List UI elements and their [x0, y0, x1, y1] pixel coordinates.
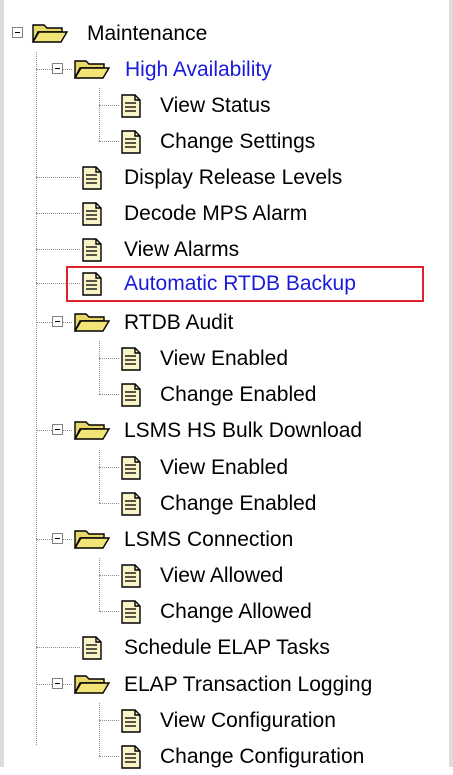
tree-connector [99, 394, 119, 395]
folder-open-icon [72, 527, 112, 558]
document-icon [119, 382, 143, 413]
tree-connector [99, 467, 119, 468]
tree-connector [36, 249, 80, 250]
tree-node-elap-transaction-logging[interactable]: ELAP Transaction Logging [0, 667, 453, 703]
tree-node-label: View Enabled [160, 456, 289, 479]
tree-node-label: Change Enabled [160, 492, 317, 515]
tree-node-rtdb-audit[interactable]: RTDB Audit [0, 305, 453, 341]
collapse-toggle[interactable] [52, 63, 63, 74]
collapse-toggle[interactable] [12, 27, 23, 38]
tree-node-label: View Status [160, 94, 271, 117]
tree-node-label: Change Settings [160, 130, 316, 153]
maintenance-tree-view: Maintenance High Availability View Statu… [0, 0, 453, 769]
document-icon [119, 744, 143, 775]
folder-open-icon [72, 418, 112, 449]
folder-open-icon [72, 310, 112, 341]
tree-node-label: Schedule ELAP Tasks [124, 636, 330, 659]
tree-connector [36, 213, 80, 214]
tree-connector [36, 647, 80, 648]
tree-leaf-view-status[interactable]: View Status [0, 88, 453, 124]
tree-node-label: Change Configuration [160, 745, 365, 768]
tree-connector [99, 611, 119, 612]
collapse-toggle[interactable] [52, 316, 63, 327]
collapse-toggle[interactable] [52, 533, 63, 544]
document-icon [119, 93, 143, 124]
tree-connector [99, 756, 119, 757]
tree-leaf-change-enabled[interactable]: Change Enabled [0, 377, 453, 413]
tree-connector [99, 358, 119, 359]
collapse-toggle[interactable] [52, 424, 63, 435]
tree-leaf-change-configuration[interactable]: Change Configuration [0, 739, 453, 775]
document-icon [119, 599, 143, 630]
document-icon [119, 455, 143, 486]
tree-node-label: Change Enabled [160, 383, 317, 406]
document-icon [119, 708, 143, 739]
tree-leaf-decode-mps-alarm[interactable]: Decode MPS Alarm [0, 196, 453, 232]
tree-connector [99, 105, 119, 106]
tree-leaf-schedule-elap-tasks[interactable]: Schedule ELAP Tasks [0, 630, 453, 666]
tree-leaf-view-enabled[interactable]: View Enabled [0, 341, 453, 377]
tree-connector [36, 177, 80, 178]
tree-leaf-change-allowed[interactable]: Change Allowed [0, 594, 453, 630]
tree-node-label: Change Allowed [160, 600, 312, 623]
tree-node-label: View Allowed [160, 564, 284, 587]
tree-leaf-view-enabled[interactable]: View Enabled [0, 450, 453, 486]
document-icon [119, 563, 143, 594]
document-icon [119, 491, 143, 522]
folder-open-icon [72, 672, 112, 703]
tree-leaf-view-allowed[interactable]: View Allowed [0, 558, 453, 594]
folder-open-icon [30, 21, 70, 52]
tree-node-label: View Configuration [160, 709, 336, 732]
tree-leaf-display-release-levels[interactable]: Display Release Levels [0, 160, 453, 196]
document-icon [80, 201, 104, 232]
tree-leaf-change-enabled[interactable]: Change Enabled [0, 486, 453, 522]
tree-node-label: LSMS Connection [124, 528, 294, 551]
tree-node-label: Decode MPS Alarm [124, 202, 308, 225]
tree-node-label: Maintenance [87, 22, 208, 45]
tree-node-lsms-hs-bulk-download[interactable]: LSMS HS Bulk Download [0, 413, 453, 449]
tree-node-label[interactable]: High Availability [125, 58, 272, 82]
document-icon [119, 129, 143, 160]
document-icon [80, 165, 104, 196]
tree-node-label: Display Release Levels [124, 166, 343, 189]
tree-leaf-automatic-rtdb-backup[interactable]: Automatic RTDB Backup [0, 266, 453, 302]
tree-connector [99, 575, 119, 576]
collapse-toggle[interactable] [52, 678, 63, 689]
document-icon [80, 237, 104, 268]
tree-node-label: View Enabled [160, 347, 289, 370]
tree-connector [99, 720, 119, 721]
tree-node-lsms-connection[interactable]: LSMS Connection [0, 522, 453, 558]
selection-highlight-box [66, 266, 424, 302]
tree-node-label: ELAP Transaction Logging [124, 673, 373, 696]
tree-node-label: LSMS HS Bulk Download [124, 419, 363, 442]
document-icon [80, 635, 104, 666]
tree-connector [99, 141, 119, 142]
tree-node-maintenance[interactable]: Maintenance [0, 16, 453, 52]
tree-node-high-availability[interactable]: High Availability [0, 52, 453, 88]
tree-connector [99, 503, 119, 504]
folder-open-icon [72, 57, 112, 88]
tree-leaf-view-alarms[interactable]: View Alarms [0, 232, 453, 268]
tree-leaf-change-settings[interactable]: Change Settings [0, 124, 453, 160]
document-icon [119, 346, 143, 377]
tree-node-label: RTDB Audit [124, 311, 234, 334]
tree-leaf-view-configuration[interactable]: View Configuration [0, 703, 453, 739]
tree-node-label: View Alarms [124, 238, 240, 261]
